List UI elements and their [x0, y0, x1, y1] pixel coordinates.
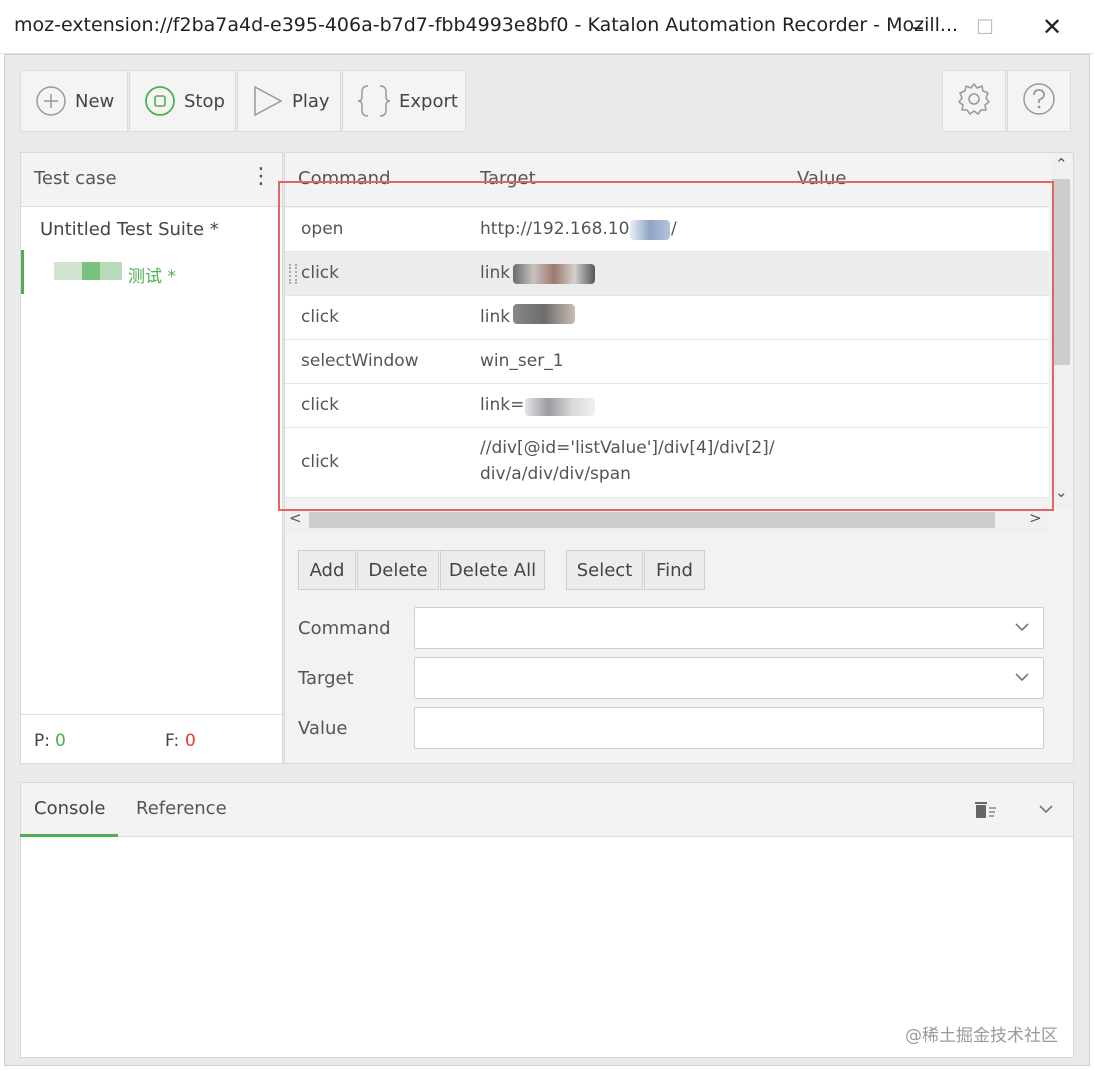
table-row[interactable]: click link — [285, 296, 1049, 340]
row-target: link — [480, 307, 511, 327]
target-select[interactable] — [414, 657, 1044, 699]
row-target-line2: div/a/div/div/span — [480, 464, 631, 484]
find-button[interactable]: Find — [644, 550, 705, 590]
row-target: link= — [480, 395, 525, 415]
close-button[interactable]: ✕ — [1032, 10, 1072, 44]
table-row[interactable]: click //div[@id='listValue']/div[4]/div[… — [285, 428, 1049, 498]
row-target: //div[@id='listValue']/div[4]/div[2]/ — [480, 438, 775, 458]
row-command: open — [301, 219, 344, 239]
scrollbar-thumb[interactable] — [309, 512, 995, 528]
delete-all-button[interactable]: Delete All — [440, 550, 545, 590]
clear-console-icon[interactable] — [974, 800, 998, 824]
chevron-down-icon — [1013, 668, 1031, 690]
row-target: win_ser_1 — [480, 351, 564, 371]
redacted-block — [100, 262, 122, 280]
new-button[interactable]: New — [20, 70, 128, 132]
redacted-block — [513, 304, 575, 324]
scrollbar-thumb[interactable] — [1052, 179, 1070, 365]
row-target-suffix: / — [671, 219, 677, 239]
row-target: link — [480, 263, 511, 283]
delete-button[interactable]: Delete — [357, 550, 439, 590]
tab-reference[interactable]: Reference — [136, 798, 227, 819]
redacted-block — [630, 220, 670, 240]
play-icon — [252, 84, 284, 118]
row-target: http://192.168.10 — [480, 219, 630, 239]
divider — [21, 714, 282, 715]
settings-button[interactable] — [942, 70, 1006, 132]
table-row[interactable]: click link= — [285, 384, 1049, 428]
export-button[interactable]: Export — [342, 70, 466, 132]
table-row[interactable]: click link — [285, 252, 1049, 296]
value-input[interactable] — [414, 707, 1044, 749]
plus-circle-icon — [35, 85, 67, 117]
stop-label: Stop — [184, 90, 225, 112]
collapse-console-icon[interactable] — [1037, 800, 1055, 822]
horizontal-scrollbar[interactable]: < > — [285, 509, 1049, 531]
new-label: New — [75, 90, 115, 112]
row-command: click — [301, 395, 339, 415]
maximize-button[interactable]: ☐ — [965, 10, 1005, 44]
redacted-block — [513, 264, 595, 284]
fail-label: F: — [165, 731, 180, 751]
select-button[interactable]: Select — [566, 550, 643, 590]
redacted-block — [82, 262, 100, 280]
testcase-panel — [20, 152, 283, 764]
command-select[interactable] — [414, 607, 1044, 649]
export-label: Export — [399, 90, 458, 112]
watermark-text: @稀土掘金技术社区 — [905, 1026, 1058, 1046]
target-label: Target — [298, 668, 354, 689]
value-label: Value — [298, 718, 348, 739]
column-command[interactable]: Command — [298, 168, 391, 189]
help-button[interactable] — [1007, 70, 1071, 132]
command-label: Command — [298, 618, 391, 639]
play-button[interactable]: Play — [237, 70, 341, 132]
table-row[interactable]: open http://192.168.10 / — [285, 208, 1049, 252]
window-title-bar: moz-extension://f2ba7a4d-e395-406a-b7d7-… — [0, 0, 1094, 54]
tab-console[interactable]: Console — [34, 798, 105, 819]
test-case-name: 测试 * — [128, 267, 176, 287]
row-command: click — [301, 307, 339, 327]
row-command: click — [301, 452, 339, 472]
scroll-down-icon[interactable]: ⌄ — [1055, 483, 1068, 501]
redacted-block — [525, 398, 595, 416]
braces-icon — [357, 83, 391, 119]
gear-icon — [956, 81, 992, 122]
grid-header — [285, 153, 1049, 207]
table-row[interactable]: selectWindow win_ser_1 — [285, 340, 1049, 384]
scroll-right-icon[interactable]: > — [1029, 509, 1042, 527]
pass-label: P: — [34, 731, 50, 751]
row-command: click — [301, 263, 339, 283]
stop-button[interactable]: Stop — [129, 70, 236, 132]
stop-circle-icon — [144, 85, 176, 117]
play-label: Play — [292, 90, 330, 112]
pass-count: 0 — [55, 731, 66, 751]
minimize-button[interactable]: – — [898, 10, 938, 44]
scroll-left-icon[interactable]: < — [289, 509, 302, 527]
active-tab-indicator — [20, 834, 118, 837]
column-target[interactable]: Target — [480, 168, 536, 189]
window-title: moz-extension://f2ba7a4d-e395-406a-b7d7-… — [14, 14, 959, 36]
scroll-up-icon[interactable]: ⌃ — [1055, 155, 1068, 173]
testcase-header-label: Test case — [34, 168, 117, 189]
testcase-menu-icon[interactable]: ⋮ — [250, 164, 272, 189]
help-icon — [1021, 81, 1057, 122]
redacted-block — [54, 262, 82, 280]
fail-count: 0 — [185, 731, 196, 751]
column-value[interactable]: Value — [797, 168, 846, 189]
chevron-down-icon — [1013, 618, 1031, 640]
test-suite-name[interactable]: Untitled Test Suite * — [40, 219, 219, 240]
row-command: selectWindow — [301, 351, 419, 371]
vertical-scrollbar[interactable]: ⌃ ⌄ — [1050, 153, 1073, 507]
add-button[interactable]: Add — [298, 550, 356, 590]
drag-handle-icon[interactable] — [289, 264, 297, 284]
